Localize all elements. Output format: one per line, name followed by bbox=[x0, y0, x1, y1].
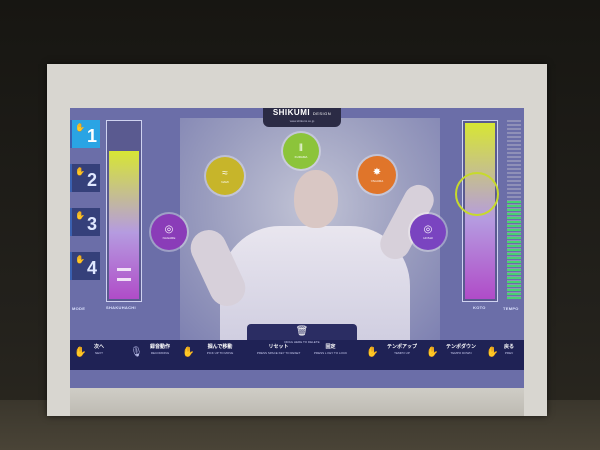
koto-label: KOTO bbox=[473, 305, 486, 310]
hand-icon: ✋ bbox=[366, 347, 379, 358]
burst-icon: ✸ bbox=[372, 166, 382, 178]
tempo-down-label-en: TEMPO DOWN bbox=[450, 351, 472, 355]
circle-label: KURAMA bbox=[294, 154, 308, 159]
preset-number: 4 bbox=[86, 258, 97, 278]
preset-1-button[interactable]: ✋ 1 bbox=[70, 120, 100, 148]
preset-2-button[interactable]: ✋ 2 bbox=[70, 164, 100, 192]
crest-icon: ◎ bbox=[423, 223, 433, 235]
shakuhachi-label: SHAKUHACHI bbox=[106, 305, 136, 310]
reset-lock-area[interactable]: DRAG HERE TO DELETE リセット PRESS SPACE KEY… bbox=[250, 340, 354, 355]
circle-label: HOSHI bbox=[423, 235, 433, 240]
circle-label: YAGURA bbox=[370, 178, 384, 183]
nagare-circle[interactable]: ◎ NAGARE bbox=[151, 214, 187, 250]
shakuhachi-meter-fill bbox=[109, 151, 139, 299]
preset-number: 2 bbox=[86, 170, 97, 190]
preset-number: 3 bbox=[86, 214, 97, 234]
screen-lower-margin bbox=[70, 388, 524, 416]
bottom-toolbar: ✋ 次へ NEXT 🎙 録音動作 RECORDING ✋ 掴んで移動 PICK … bbox=[70, 340, 524, 370]
prev-label-en: PREV bbox=[504, 351, 514, 355]
kurama-circle[interactable]: ‖ KURAMA bbox=[283, 133, 319, 169]
hand-icon: ✋ bbox=[75, 255, 85, 264]
hoshi-circle[interactable]: ◎ HOSHI bbox=[410, 214, 446, 250]
projection-screen: SHIKUMI DESIGN www.shikumi.co.jp ✋ 1 ✋ 2… bbox=[47, 64, 547, 416]
logo-url: www.shikumi.co.jp bbox=[289, 119, 315, 123]
circle-label: NAMI bbox=[221, 179, 229, 184]
next-button[interactable]: 次へ NEXT bbox=[84, 344, 114, 355]
tempo-level-strip bbox=[507, 120, 521, 300]
tempo-level-lit bbox=[507, 201, 521, 300]
recording-label-en: RECORDING bbox=[150, 351, 170, 355]
lock-label: 固定 bbox=[325, 344, 336, 350]
thumbs-down-icon: ✋ bbox=[426, 347, 439, 358]
tempo-up-button[interactable]: テンポアップ TEMPO UP bbox=[380, 344, 424, 355]
hand-icon: ✋ bbox=[75, 123, 85, 132]
prev-button[interactable]: 戻る PREV bbox=[498, 344, 520, 355]
app-window: SHIKUMI DESIGN www.shikumi.co.jp ✋ 1 ✋ 2… bbox=[70, 108, 524, 388]
pickup-label-en: PICK UP TO MOVE bbox=[206, 351, 234, 355]
tempo-label: TEMPO bbox=[503, 306, 519, 311]
tempo-up-label: テンポアップ bbox=[386, 344, 417, 350]
pick-up-button[interactable]: 掴んで移動 PICK UP TO MOVE bbox=[198, 344, 242, 355]
tempo-down-button[interactable]: テンポダウン TEMPO DOWN bbox=[438, 344, 484, 355]
trash-icon: 🗑 bbox=[295, 326, 309, 337]
meter-marker bbox=[117, 278, 131, 281]
preset-number: 1 bbox=[86, 126, 97, 146]
brand-logo: SHIKUMI DESIGN www.shikumi.co.jp bbox=[263, 108, 341, 127]
performer-head bbox=[294, 170, 338, 228]
yagura-circle[interactable]: ✸ YAGURA bbox=[358, 156, 396, 194]
prev-label: 戻る bbox=[503, 344, 514, 350]
crest-icon: ◎ bbox=[164, 223, 174, 235]
lock-label-en: PRESS L KEY TO LOCK bbox=[313, 351, 348, 355]
logo-brand: SHIKUMI bbox=[272, 108, 311, 117]
mode-label: MODE bbox=[72, 306, 86, 311]
circle-label: NAGARE bbox=[162, 235, 176, 240]
meter-marker bbox=[117, 268, 131, 271]
preset-4-button[interactable]: ✋ 4 bbox=[70, 252, 100, 280]
nami-circle[interactable]: ≈ NAMI bbox=[206, 157, 244, 195]
hand-icon: ✋ bbox=[75, 167, 85, 176]
bars-icon: ‖ bbox=[298, 142, 304, 154]
pickup-label: 掴んで移動 bbox=[207, 344, 233, 350]
reset-label-en: PRESS SPACE KEY TO RESET bbox=[256, 351, 301, 355]
tempo-down-label: テンポダウン bbox=[445, 344, 476, 350]
recording-button[interactable]: 録音動作 RECORDING bbox=[140, 344, 180, 355]
preset-3-button[interactable]: ✋ 3 bbox=[70, 208, 100, 236]
hand-icon: ✋ bbox=[75, 211, 85, 220]
next-label: 次へ bbox=[93, 344, 104, 350]
hand-icon: ✋ bbox=[182, 347, 195, 358]
next-label-en: NEXT bbox=[94, 351, 103, 355]
recording-label: 録音動作 bbox=[149, 344, 170, 350]
hand-cursor-ring bbox=[455, 172, 499, 216]
wave-icon: ≈ bbox=[222, 167, 228, 179]
shakuhachi-meter[interactable] bbox=[106, 120, 142, 302]
logo-suffix: DESIGN bbox=[312, 111, 332, 116]
tempo-up-label-en: TEMPO UP bbox=[394, 351, 410, 355]
reset-label: リセット bbox=[268, 344, 289, 350]
hand-icon: ✋ bbox=[486, 347, 499, 358]
